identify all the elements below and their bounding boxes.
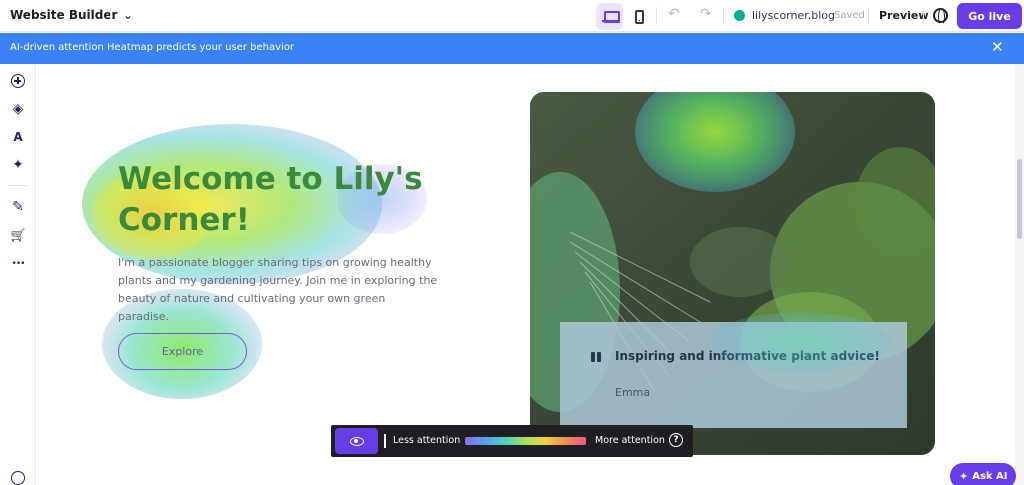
hero-title[interactable]: Welcome to Lily's Corner! (118, 159, 448, 241)
heatmap-banner: AI-driven attention Heatmap predicts you… (0, 33, 1024, 64)
sidebar-item-ai-tools[interactable]: ✦ (9, 156, 27, 174)
banner-text: AI-driven attention Heatmap predicts you… (10, 42, 295, 53)
attention-gradient-bar (465, 437, 586, 445)
scrollbar-thumb[interactable] (1017, 159, 1022, 239)
eye-icon (349, 436, 364, 446)
divider (723, 7, 724, 25)
top-bar: Website Builder ⌄ ↶ ↷ lilyscorner.blog S… (0, 0, 1024, 32)
desktop-view-button[interactable] (596, 3, 623, 30)
plus-circle-icon (11, 74, 25, 88)
phone-icon (635, 9, 644, 24)
go-live-button[interactable]: Go live (957, 3, 1022, 29)
testimonial-author: Emma (615, 386, 651, 399)
testimonial-quote: Inspiring and informative plant advice! (615, 349, 880, 363)
garden-image[interactable]: Inspiring and informative plant advice! … (530, 92, 935, 455)
preview-button[interactable]: Preview (879, 9, 929, 22)
sidebar-divider (8, 185, 28, 186)
ask-ai-label: Ask AI (972, 470, 1008, 482)
canvas-scrollbar[interactable] (1015, 64, 1024, 485)
site-status-indicator (734, 10, 745, 21)
sidebar-item-more[interactable]: ••• (9, 255, 27, 273)
cart-icon: 🛒 (10, 228, 26, 242)
sparkle-icon: ✦ (12, 157, 24, 173)
undo-icon[interactable]: ↶ (668, 6, 680, 22)
support-icon[interactable] (11, 471, 25, 485)
globe-icon[interactable] (933, 8, 948, 25)
app-menu[interactable]: Website Builder ⌄ (10, 8, 133, 22)
more-icon: ••• (11, 259, 26, 269)
divider (824, 7, 825, 25)
sidebar-item-layers[interactable]: ◈ (9, 100, 27, 118)
app-title: Website Builder (10, 8, 118, 22)
mobile-view-button[interactable] (626, 3, 653, 30)
heatmap-legend: Less attention More attention ? (331, 425, 693, 457)
saved-status: Saved (834, 10, 865, 21)
layers-icon: ◈ (12, 101, 24, 117)
explore-button[interactable]: Explore (118, 333, 247, 370)
site-domain[interactable]: lilyscorner.blog (752, 9, 835, 22)
sidebar-item-styles[interactable]: A (9, 128, 27, 146)
divider (110, 7, 111, 25)
sidebar-item-add-element[interactable] (9, 72, 27, 90)
styles-icon: A (13, 130, 23, 144)
hero-description[interactable]: I'm a passionate blogger sharing tips on… (118, 254, 438, 326)
divider (656, 7, 657, 25)
page-canvas[interactable]: Welcome to Lily's Corner! I'm a passiona… (37, 64, 1015, 485)
more-attention-label: More attention (595, 435, 665, 446)
sidebar-item-blog[interactable]: ✎ (9, 198, 27, 216)
quote-icon (591, 352, 603, 364)
legend-divider (384, 434, 386, 448)
help-icon[interactable]: ? (669, 433, 683, 447)
edit-icon: ✎ (12, 199, 24, 215)
laptop-icon (601, 11, 620, 23)
redo-icon[interactable]: ↷ (700, 6, 712, 22)
testimonial-card[interactable]: Inspiring and informative plant advice! … (560, 312, 907, 428)
less-attention-label: Less attention (393, 435, 461, 446)
close-icon[interactable]: ✕ (991, 40, 1004, 55)
ask-ai-button[interactable]: ✦ Ask AI (950, 463, 1016, 485)
divider (868, 7, 869, 25)
chevron-down-icon: ⌄ (123, 8, 133, 22)
sidebar-item-store[interactable]: 🛒 (9, 226, 27, 244)
sparkle-icon: ✦ (959, 469, 969, 483)
heatmap-toggle-button[interactable] (335, 428, 378, 454)
divider (923, 7, 924, 25)
left-sidebar: ◈ A ✦ ✎ 🛒 ••• (0, 64, 36, 485)
